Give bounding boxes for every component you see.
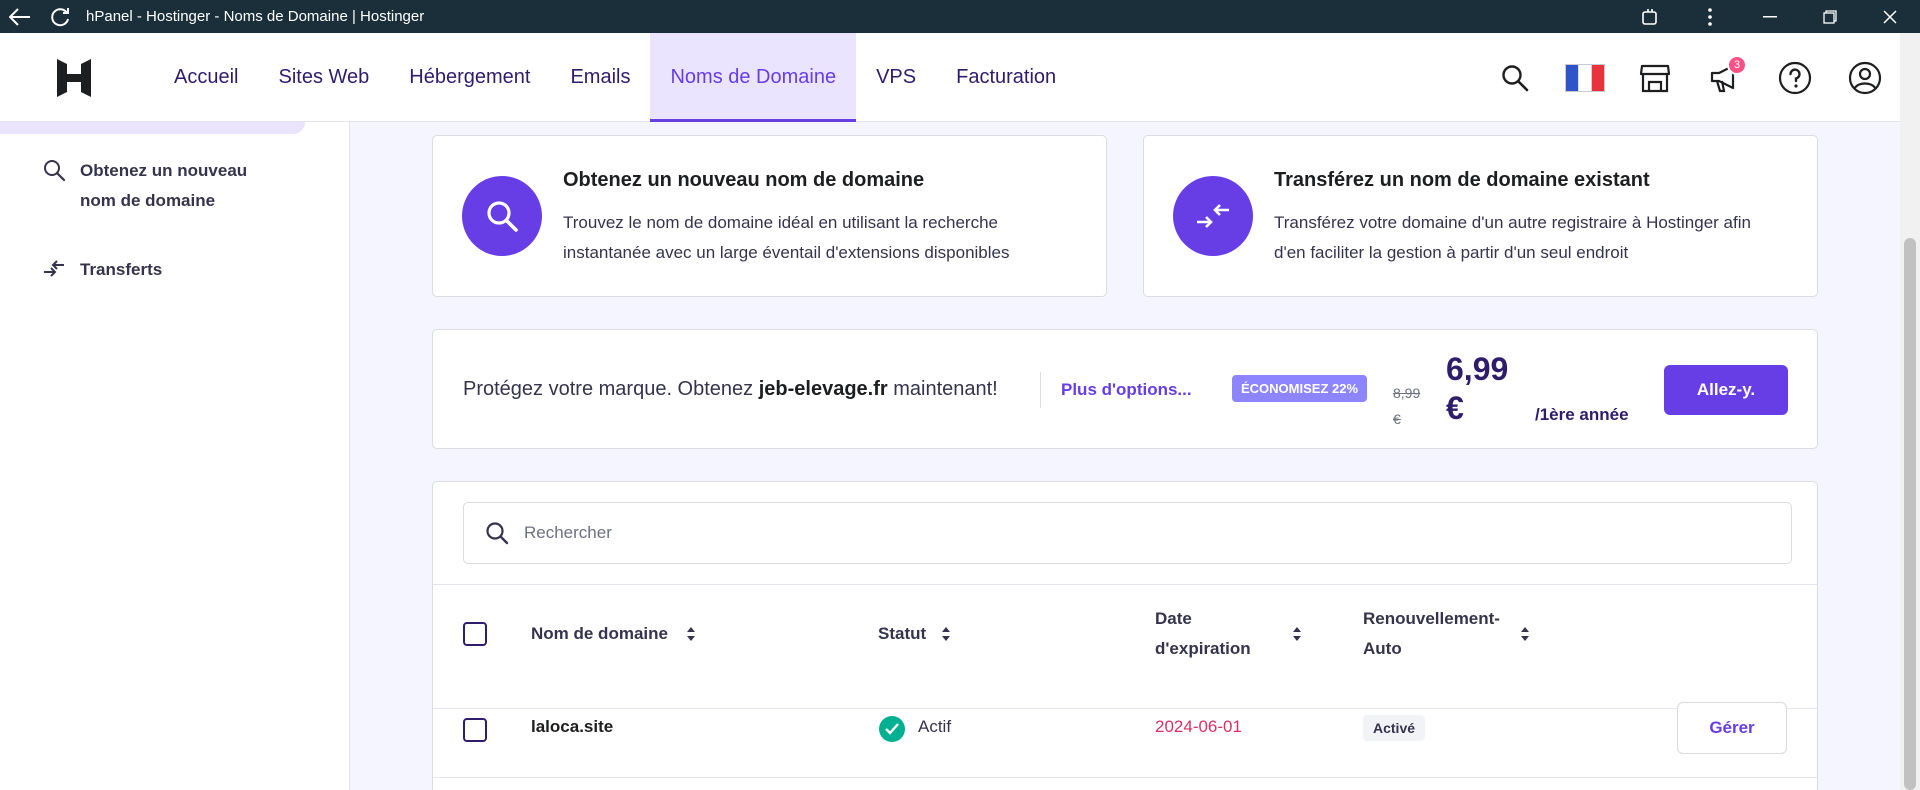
domain-expiry-date: 2024-06-01 <box>1155 717 1242 736</box>
check-circle-icon <box>879 716 905 742</box>
page-scrollbar[interactable] <box>1900 33 1920 790</box>
domain-search-box[interactable] <box>463 502 1792 564</box>
column-header-expiry-line: d'expiration <box>1155 639 1251 658</box>
nav-vps[interactable]: VPS <box>856 33 936 122</box>
hostinger-logo[interactable] <box>55 57 93 99</box>
sort-icon[interactable] <box>1519 625 1531 647</box>
column-header-status[interactable]: Statut <box>878 619 926 649</box>
new-price: 6,99 € <box>1446 350 1526 428</box>
sidebar-item-label: Transferts <box>80 260 163 279</box>
sort-icon[interactable] <box>940 625 952 647</box>
old-price: 8,99 € <box>1393 380 1429 432</box>
top-navbar: Accueil Sites Web Hébergement Emails Nom… <box>0 33 1900 122</box>
row-checkbox[interactable] <box>463 718 487 742</box>
window-titlebar: hPanel - Hostinger - Noms de Domaine | H… <box>0 0 1920 33</box>
domain-status: Actif <box>918 717 952 736</box>
minimize-icon[interactable] <box>1740 0 1800 33</box>
auto-renew-badge: Activé <box>1363 715 1426 741</box>
nav-facturation[interactable]: Facturation <box>936 33 1076 122</box>
table-divider <box>433 777 1817 778</box>
new-price-value: 6,99 <box>1446 351 1509 387</box>
maximize-icon[interactable] <box>1800 0 1860 33</box>
window-title: hPanel - Hostinger - Noms de Domaine | H… <box>86 8 425 25</box>
select-all-checkbox[interactable] <box>463 622 487 646</box>
more-options-link[interactable]: Plus d'options... <box>1061 380 1192 400</box>
buy-domain-button[interactable]: Allez-y. <box>1664 365 1788 415</box>
column-header-auto-renew-line: Auto <box>1363 639 1402 658</box>
column-header-domain[interactable]: Nom de domaine <box>531 619 668 649</box>
column-header-auto-renew[interactable]: Renouvellement- Auto <box>1363 604 1500 664</box>
sidebar-active-highlight <box>0 122 305 134</box>
feature-title: Transférez un nom de domaine existant <box>1274 169 1650 191</box>
feature-title: Obtenez un nouveau nom de domaine <box>563 169 925 191</box>
refresh-icon[interactable] <box>40 0 80 33</box>
sidebar-item-new-domain[interactable]: Obtenez un nouveau nom de domaine <box>40 156 247 216</box>
table-divider <box>433 584 1817 585</box>
promo-text-before: Protégez votre marque. Obtenez <box>463 378 759 400</box>
transfer-icon <box>40 255 68 283</box>
nav-noms-de-domaine[interactable]: Noms de Domaine <box>650 33 857 122</box>
promo-text-after: maintenant! <box>887 378 998 400</box>
old-price-value: 8,99 <box>1393 385 1421 401</box>
search-icon[interactable] <box>1480 33 1550 122</box>
column-header-expiry-line: Date <box>1155 609 1192 628</box>
domains-list-card: Nom de domaine Statut Date d'expiration … <box>432 481 1818 790</box>
table-divider <box>433 708 1817 709</box>
feature-desc-line: instantanée avec un large éventail d'ext… <box>563 243 1010 262</box>
discount-badge: ÉCONOMISEZ 22% <box>1232 375 1368 402</box>
domain-name[interactable]: laloca.site <box>531 717 613 737</box>
sidebar-item-transfers[interactable]: Transferts <box>40 255 162 285</box>
promo-divider <box>1040 372 1041 408</box>
promo-text: Protégez votre marque. Obtenez jeb-eleva… <box>463 378 998 401</box>
nav-hebergement[interactable]: Hébergement <box>389 33 550 122</box>
search-icon <box>484 520 510 550</box>
scrollbar-thumb[interactable] <box>1904 238 1916 790</box>
column-header-auto-renew-line: Renouvellement- <box>1363 609 1500 628</box>
back-icon[interactable] <box>0 0 40 33</box>
help-icon[interactable] <box>1760 33 1830 122</box>
sort-icon[interactable] <box>685 625 697 647</box>
nav-sites-web[interactable]: Sites Web <box>258 33 389 122</box>
sidebar: Obtenez un nouveau nom de domaine Transf… <box>0 122 350 790</box>
promo-domain: jeb-elevage.fr <box>758 378 888 400</box>
french-flag-icon[interactable] <box>1550 33 1620 122</box>
transfer-arrows-icon <box>1173 176 1253 256</box>
store-icon[interactable] <box>1620 33 1690 122</box>
column-header-expiry[interactable]: Date d'expiration <box>1155 604 1251 664</box>
user-account-icon[interactable] <box>1830 33 1900 122</box>
sidebar-item-label: Obtenez un nouveau <box>80 161 248 180</box>
feature-card-transfer-domain[interactable]: Transférez un nom de domaine existant Tr… <box>1143 135 1818 297</box>
feature-desc-line: Transférez votre domaine d'un autre regi… <box>1274 213 1751 232</box>
notification-badge: 3 <box>1727 55 1747 75</box>
price-period: /1ère année <box>1535 405 1629 424</box>
search-icon <box>40 156 68 184</box>
feature-desc-line: Trouvez le nom de domaine idéal en utili… <box>563 213 999 232</box>
new-price-currency: € <box>1446 390 1464 426</box>
search-icon <box>462 176 542 256</box>
manage-domain-button[interactable]: Gérer <box>1677 702 1787 754</box>
feature-card-new-domain[interactable]: Obtenez un nouveau nom de domaine Trouve… <box>432 135 1107 297</box>
old-price-currency: € <box>1393 411 1401 427</box>
announcements-icon[interactable]: 3 <box>1690 33 1760 122</box>
sidebar-item-label: nom de domaine <box>80 191 216 210</box>
extensions-icon[interactable] <box>1620 0 1680 33</box>
more-menu-icon[interactable] <box>1680 0 1740 33</box>
domain-promo-card: Protégez votre marque. Obtenez jeb-eleva… <box>432 329 1818 449</box>
nav-accueil[interactable]: Accueil <box>154 33 258 122</box>
domain-search-input[interactable] <box>524 503 1724 563</box>
feature-desc-line: d'en faciliter la gestion à partir d'un … <box>1274 243 1629 262</box>
sort-icon[interactable] <box>1291 625 1303 647</box>
nav-emails[interactable]: Emails <box>550 33 650 122</box>
close-icon[interactable] <box>1860 0 1920 33</box>
